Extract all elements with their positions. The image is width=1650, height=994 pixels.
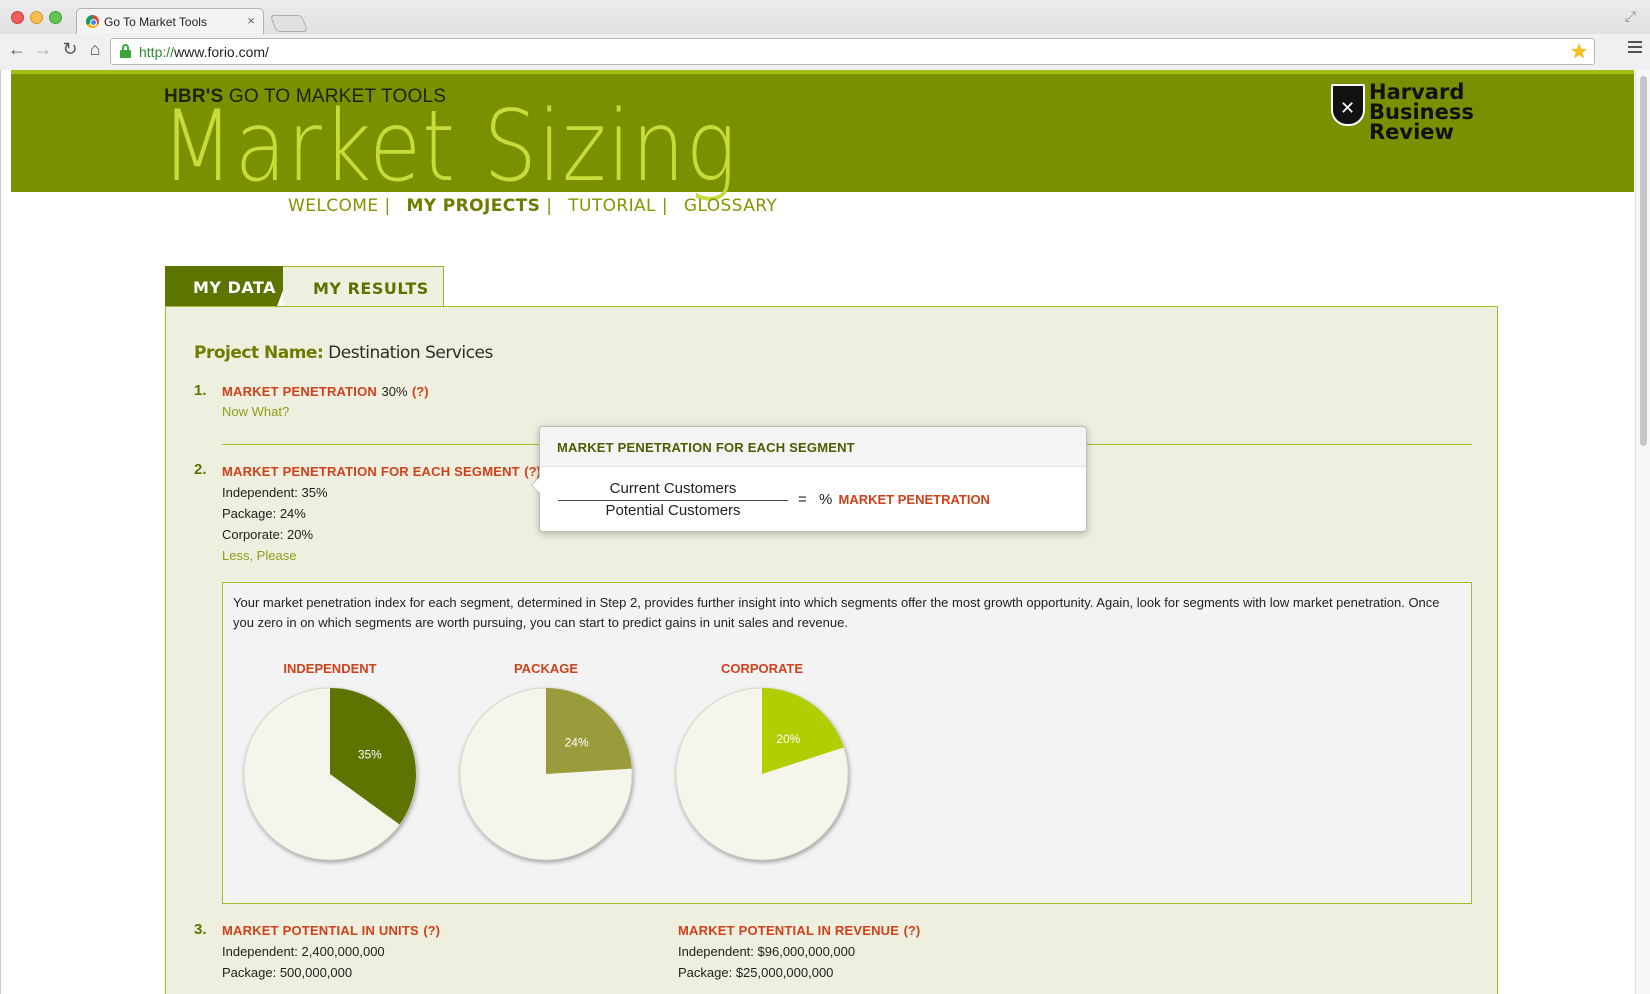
- section-title: MARKET POTENTIAL IN UNITS: [222, 923, 419, 938]
- pie-label: INDEPENDENT: [283, 661, 377, 676]
- revenue-value: Independent: $96,000,000,000: [678, 944, 856, 959]
- fullscreen-icon[interactable]: ⤢: [1625, 8, 1636, 25]
- nav-my-projects[interactable]: MY PROJECTS: [406, 196, 540, 216]
- tab-my-data[interactable]: MY DATA: [165, 266, 292, 307]
- pie-svg: 35%: [243, 687, 417, 861]
- browser-tab[interactable]: Go To Market Tools ×: [76, 8, 264, 34]
- info-text: Your market penetration index for each s…: [233, 595, 1440, 630]
- section-segment-penetration: MARKET PENETRATION FOR EACH SEGMENT (?) …: [222, 461, 541, 566]
- page-scrollbar[interactable]: [1635, 70, 1650, 994]
- nav-glossary[interactable]: GLOSSARY: [684, 196, 777, 216]
- help-link[interactable]: (?): [423, 923, 440, 938]
- section-market-potential-revenue: MARKET POTENTIAL IN REVENUE (?) Independ…: [678, 920, 920, 983]
- pie-data-label: 24%: [565, 735, 589, 749]
- browser-toolbar: ← → ↻ ⌂ http://www.forio.com/ ★: [0, 34, 1650, 70]
- section-number: 2.: [194, 461, 207, 478]
- shield-icon: [1331, 84, 1365, 126]
- tooltip-title: MARKET PENETRATION FOR EACH SEGMENT: [540, 427, 1086, 467]
- menu-icon[interactable]: [1628, 41, 1642, 56]
- pie-svg: 20%: [675, 687, 849, 861]
- section-title: MARKET POTENTIAL IN REVENUE: [678, 923, 900, 938]
- help-link[interactable]: (?): [412, 384, 429, 399]
- units-value: Independent: 2,400,000,000: [222, 944, 385, 959]
- section-number: 3.: [194, 921, 207, 938]
- close-window-button[interactable]: [11, 11, 24, 24]
- home-icon[interactable]: ⌂: [85, 39, 105, 60]
- scroll-thumb[interactable]: [1640, 76, 1647, 446]
- section-title: MARKET PENETRATION: [222, 384, 378, 399]
- formula-denominator: Potential Customers: [605, 502, 741, 519]
- pie-slice[interactable]: [546, 688, 632, 774]
- units-value: Package: 500,000,000: [222, 965, 353, 980]
- pie-data-label: 35%: [358, 748, 382, 762]
- tooltip-arrow: [531, 476, 540, 494]
- forward-icon[interactable]: →: [33, 39, 53, 60]
- project-name: Project Name: Destination Services: [194, 343, 493, 363]
- tab-title: Go To Market Tools: [104, 15, 207, 29]
- segment-value: Corporate: 20%: [222, 527, 314, 542]
- pie-chart-corporate: CORPORATE 20%: [667, 661, 857, 864]
- formula-tooltip: MARKET PENETRATION FOR EACH SEGMENT Curr…: [531, 426, 1087, 532]
- info-box: Your market penetration index for each s…: [222, 582, 1472, 904]
- section-market-penetration: MARKET PENETRATION 30% (?) Now What?: [222, 382, 429, 422]
- back-icon[interactable]: ←: [7, 39, 27, 60]
- now-what-link[interactable]: Now What?: [222, 404, 289, 419]
- pie-chart-package: PACKAGE 24%: [451, 661, 641, 864]
- pie-data-label: 20%: [776, 732, 800, 746]
- bookmark-star-icon[interactable]: ★: [1570, 39, 1588, 64]
- browser-chrome: Go To Market Tools × ⤢ ← → ↻ ⌂ http://ww…: [0, 0, 1650, 70]
- web-page: HBR'S GO TO MARKET TOOLS Market Sizing H…: [0, 70, 1650, 994]
- zoom-window-button[interactable]: [49, 11, 62, 24]
- logo-wordmark: Harvard Business Review: [1369, 80, 1474, 144]
- pie-label: CORPORATE: [720, 661, 804, 676]
- new-tab-button[interactable]: [269, 15, 309, 32]
- formula-result: % MARKET PENETRATION: [819, 491, 990, 508]
- tab-my-results[interactable]: MY RESULTS: [283, 266, 444, 307]
- segment-value: Independent: 35%: [222, 485, 328, 500]
- penetration-value: 30%: [381, 384, 408, 399]
- section-title: MARKET PENETRATION FOR EACH SEGMENT: [222, 464, 520, 479]
- minimize-window-button[interactable]: [30, 11, 43, 24]
- pie-svg: 24%: [459, 687, 633, 861]
- formula-numerator: Current Customers: [609, 480, 737, 497]
- page-title: Market Sizing: [161, 90, 738, 204]
- less-please-link[interactable]: Less, Please: [222, 548, 296, 563]
- url-text[interactable]: http://www.forio.com/: [139, 44, 269, 60]
- pie-label: PACKAGE: [513, 661, 579, 676]
- lock-icon: [120, 44, 131, 58]
- revenue-value: Package: $25,000,000,000: [678, 965, 834, 980]
- reload-icon[interactable]: ↻: [60, 39, 80, 60]
- nav-welcome[interactable]: WELCOME: [288, 196, 378, 216]
- equals-sign: =: [798, 491, 807, 508]
- segment-value: Package: 24%: [222, 506, 306, 521]
- site-nav: WELCOME | MY PROJECTS | TUTORIAL | GLOSSARY: [288, 196, 778, 216]
- help-link[interactable]: (?): [904, 923, 921, 938]
- section-market-potential-units: MARKET POTENTIAL IN UNITS (?) Independen…: [222, 920, 440, 983]
- results-panel: Project Name: Destination Services 1. MA…: [165, 306, 1498, 994]
- chrome-favicon-icon: [86, 15, 99, 28]
- fraction-bar: [558, 500, 788, 501]
- harvard-business-review-logo[interactable]: Harvard Business Review: [1331, 82, 1481, 146]
- tab-close-icon[interactable]: ×: [247, 13, 255, 28]
- section-number: 1.: [194, 382, 207, 399]
- nav-tutorial[interactable]: TUTORIAL: [568, 196, 656, 216]
- pie-chart-independent: INDEPENDENT 35%: [235, 661, 425, 864]
- hero-banner: HBR'S GO TO MARKET TOOLS Market Sizing H…: [11, 70, 1634, 201]
- address-bar[interactable]: http://www.forio.com/ ★: [110, 38, 1595, 65]
